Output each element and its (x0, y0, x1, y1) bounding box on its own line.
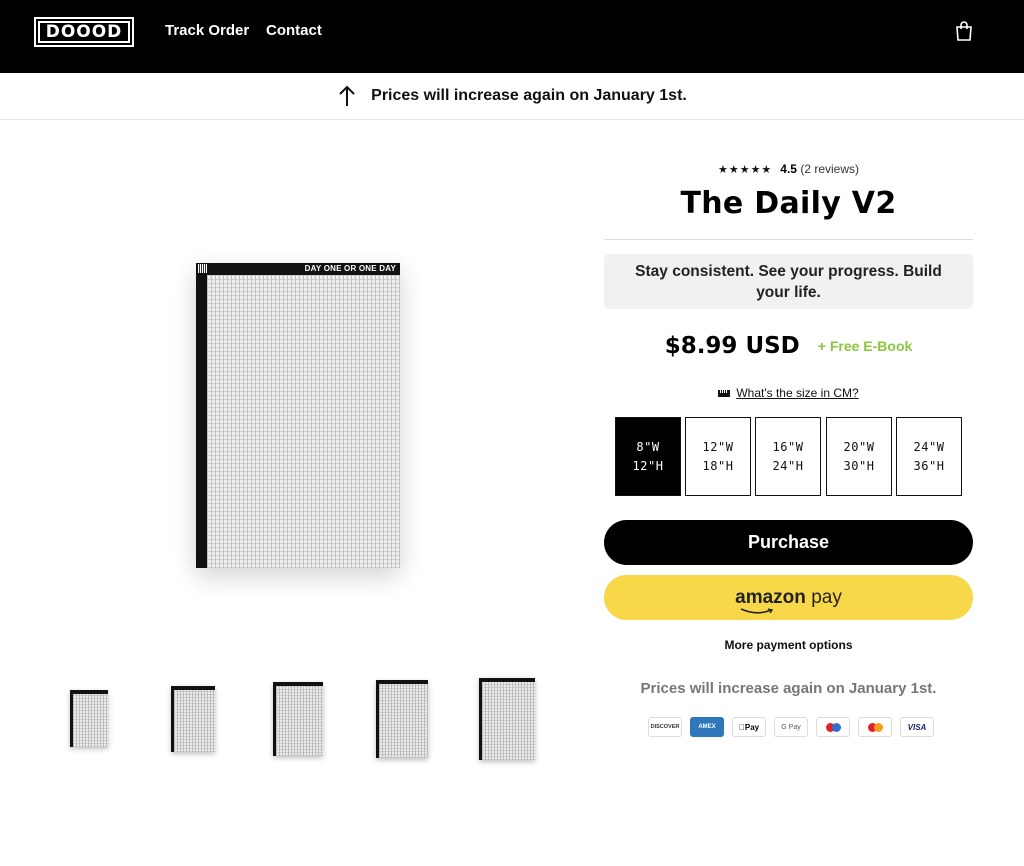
size-option-8x12[interactable]: 8"W 12"H (615, 417, 681, 496)
mastercard-icon (858, 717, 892, 737)
amazon-pay-suffix: pay (811, 586, 842, 608)
ruler-icon (718, 389, 731, 397)
nav-contact[interactable]: Contact (266, 22, 322, 39)
main-product-image[interactable]: DAY ONE OR ONE DAY (196, 263, 400, 568)
size-help-text: What's the size in CM? (736, 386, 859, 400)
thumbnail-4[interactable] (376, 680, 428, 758)
amazon-pay-logo: amazon pay (735, 586, 842, 614)
announcement-bar: Prices will increase again on January 1s… (0, 73, 1024, 120)
amazon-smile-icon (740, 607, 774, 614)
amex-icon: AMEX (690, 717, 724, 737)
poster-sidebar (196, 275, 207, 568)
size-option-12x18[interactable]: 12"W 18"H (685, 417, 751, 496)
price-row: $8.99 USD + Free E-Book (604, 333, 973, 359)
size-width: 12"W (702, 439, 734, 454)
purchase-button[interactable]: Purchase (604, 520, 973, 565)
price-increase-note: Prices will increase again on January 1s… (640, 680, 937, 697)
product-rating[interactable]: ★★★★★ 4.5 (2 reviews) (604, 162, 973, 176)
star-rating-icon: ★★★★★ (717, 163, 773, 176)
size-width: 24"W (913, 439, 945, 454)
rating-count: (2 reviews) (800, 162, 860, 176)
size-height: 12"H (632, 458, 664, 473)
size-height: 24"H (772, 458, 804, 473)
size-width: 8"W (636, 439, 660, 454)
google-pay-icon: G Pay (774, 717, 808, 737)
shopping-bag-icon[interactable] (952, 19, 976, 43)
size-option-16x24[interactable]: 16"W 24"H (755, 417, 821, 496)
thumbnail-3[interactable] (273, 682, 323, 756)
product-price: $8.99 USD (664, 333, 800, 359)
visa-icon: VISA (900, 717, 934, 737)
size-width: 16"W (772, 439, 804, 454)
size-help-link[interactable]: What's the size in CM? (604, 386, 973, 400)
thumbnail-5[interactable] (479, 678, 535, 760)
qr-code-icon (198, 264, 207, 273)
tagline-box: Stay consistent. See your progress. Buil… (604, 254, 973, 309)
amazon-pay-button[interactable]: amazon pay (604, 575, 973, 620)
thumbnail-1[interactable] (70, 690, 108, 747)
discover-icon: DISCOVER (648, 717, 682, 737)
size-option-20x30[interactable]: 20"W 30"H (826, 417, 892, 496)
arrow-up-icon (339, 85, 355, 106)
site-header: DOOOD Track Order Contact (0, 0, 1024, 73)
maestro-icon (816, 717, 850, 737)
apple-pay-icon: Pay (732, 717, 766, 737)
divider (604, 239, 973, 240)
apple-pay-label: Pay (741, 722, 759, 732)
size-option-24x36[interactable]: 24"W 36"H (896, 417, 962, 496)
payment-methods: DISCOVER AMEX Pay G Pay VISA (648, 717, 934, 737)
more-payment-options[interactable]: More payment options (604, 638, 973, 652)
product-title: The Daily V2 (680, 186, 897, 221)
announcement-text: Prices will increase again on January 1s… (371, 87, 687, 104)
thumbnail-2[interactable] (171, 686, 215, 752)
size-width: 20"W (843, 439, 875, 454)
poster-grid (207, 275, 400, 568)
logo[interactable]: DOOOD (34, 17, 134, 47)
size-height: 18"H (702, 458, 734, 473)
amazon-brand: amazon (735, 586, 806, 608)
logo-text: DOOOD (38, 21, 130, 43)
rating-score: 4.5 (780, 162, 797, 176)
poster-header: DAY ONE OR ONE DAY (196, 263, 400, 275)
product-tagline: Stay consistent. See your progress. Buil… (635, 262, 942, 301)
poster-title: DAY ONE OR ONE DAY (304, 264, 396, 273)
bonus-badge: + Free E-Book (817, 338, 913, 354)
nav-track-order[interactable]: Track Order (165, 22, 249, 39)
size-height: 30"H (843, 458, 875, 473)
size-height: 36"H (913, 458, 945, 473)
